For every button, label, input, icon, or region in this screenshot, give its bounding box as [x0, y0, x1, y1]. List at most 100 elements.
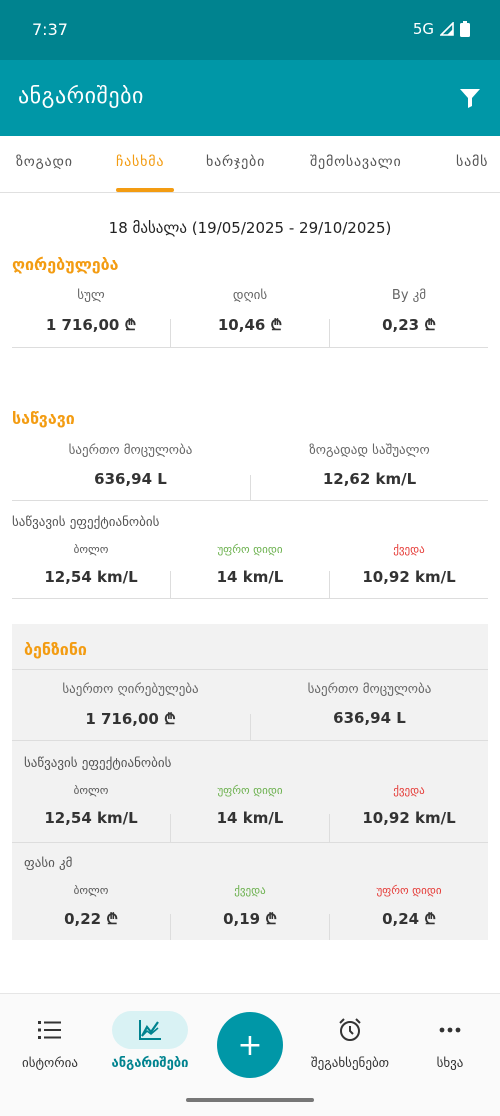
divider [329, 914, 330, 940]
petrol-section-title: ბენზინი [24, 640, 87, 659]
petrol-total-cost-value: 1 716,00 ₾ [85, 710, 176, 728]
cost-total-label: სულ [77, 288, 105, 303]
cost-total: სულ 1 716,00 ₾ [12, 288, 170, 335]
petrol-efficiency-max: უფრო დიდი 14 km/L [171, 784, 329, 827]
petrol-price-min-label: ქვედა [234, 884, 266, 897]
petrol-price-max: უფრო დიდი 0,24 ₾ [330, 884, 488, 929]
cost-per-km: By კმ 0,23 ₾ [330, 288, 488, 335]
petrol-price-min: ქვედა 0,19 ₾ [171, 884, 329, 929]
petrol-efficiency-min-label: ქვედა [393, 784, 425, 797]
nav-reminders[interactable]: შეგახსენებთ [296, 1014, 404, 1071]
tab-refuel[interactable]: ჩასხმა [116, 154, 164, 170]
divider [329, 319, 330, 347]
nav-more[interactable]: სხვა [416, 1014, 484, 1071]
add-button[interactable]: + [217, 1012, 283, 1078]
petrol-efficiency-max-value: 14 km/L [216, 809, 284, 827]
fuel-efficiency-min-value: 10,92 km/L [362, 568, 456, 586]
tab-bar: ზოგადი ჩასხმა ხარჯები შემოსავალი სამს [0, 136, 500, 193]
petrol-total-cost-label: საერთო ღირებულება [62, 682, 199, 697]
signal-icon [440, 22, 454, 36]
fuel-efficiency-last-label: ბოლო [73, 543, 109, 556]
status-icons: 5G [413, 20, 470, 38]
report-content: 18 მასალა (19/05/2025 - 29/10/2025) ღირე… [0, 193, 500, 993]
cost-daily-label: დღის [232, 288, 268, 303]
cost-per-km-label: By კმ [391, 288, 427, 303]
nav-history-label: ისტორია [22, 1056, 78, 1071]
list-icon [38, 1021, 61, 1039]
petrol-total-cost: საერთო ღირებულება 1 716,00 ₾ [12, 682, 249, 729]
tab-general[interactable]: ზოგადი [16, 154, 73, 170]
divider [250, 714, 251, 740]
divider [12, 598, 488, 599]
petrol-total-volume-label: საერთო მოცულობა [307, 682, 432, 697]
divider [250, 475, 251, 501]
divider [12, 669, 488, 670]
petrol-price-last-value: 0,22 ₾ [64, 910, 118, 928]
chart-icon [139, 1020, 161, 1040]
petrol-total-volume: საერთო მოცულობა 636,94 L [251, 682, 488, 727]
divider [12, 347, 488, 348]
cost-daily-value: 10,46 ₾ [217, 316, 283, 334]
app-bar: ანგარიშები [0, 60, 500, 136]
fuel-efficiency-min-label: ქვედა [393, 543, 425, 556]
divider [170, 319, 171, 347]
fuel-efficiency-last: ბოლო 12,54 km/L [12, 543, 170, 586]
divider [170, 914, 171, 940]
fuel-efficiency-max-label: უფრო დიდი [217, 543, 283, 556]
cost-per-km-value: 0,23 ₾ [382, 316, 436, 334]
cost-section-title: ღირებულება [12, 255, 119, 274]
petrol-total-volume-value: 636,94 L [333, 709, 406, 727]
divider [12, 500, 488, 501]
nav-reminders-label: შეგახსენებთ [310, 1056, 390, 1071]
nav-reports-label: ანგარიშები [111, 1056, 189, 1071]
divider [329, 571, 330, 599]
fuel-section-title: საწვავი [12, 409, 75, 428]
nav-more-label: სხვა [436, 1056, 464, 1071]
petrol-efficiency-min: ქვედა 10,92 km/L [330, 784, 488, 827]
divider [329, 814, 330, 842]
petrol-price-last-label: ბოლო [73, 884, 109, 897]
status-bar: 7:37 5G [0, 0, 500, 60]
divider [170, 814, 171, 842]
home-indicator [186, 1098, 314, 1102]
fuel-average: ზოგადად საშუალო 12,62 km/L [251, 443, 488, 488]
petrol-price-min-value: 0,19 ₾ [223, 910, 277, 928]
filter-icon [460, 89, 480, 108]
petrol-card: ბენზინი საერთო ღირებულება 1 716,00 ₾ საე… [12, 624, 488, 940]
status-time: 7:37 [32, 20, 68, 39]
nav-reports[interactable]: ანგარიშები [102, 1011, 198, 1071]
petrol-price-max-value: 0,24 ₾ [382, 910, 436, 928]
nav-history[interactable]: ისტორია [12, 1014, 88, 1071]
tab-income[interactable]: შემოსავალი [310, 154, 402, 170]
bottom-navigation: ისტორია ანგარიშები + შეგახსენებთ სხვა [0, 993, 500, 1116]
divider [12, 740, 488, 741]
fuel-efficiency-max: უფრო დიდი 14 km/L [171, 543, 329, 586]
petrol-price-label: ფასი კმ [24, 856, 73, 871]
petrol-efficiency-last: ბოლო 12,54 km/L [12, 784, 170, 827]
divider [170, 571, 171, 599]
cost-daily: დღის 10,46 ₾ [171, 288, 329, 335]
active-tab-indicator [116, 188, 174, 192]
petrol-efficiency-label: საწვავის ეფექტიანობის [24, 756, 172, 771]
tab-services[interactable]: სამს [456, 154, 488, 170]
fuel-efficiency-last-value: 12,54 km/L [44, 568, 138, 586]
page-title: ანგარიშები [18, 84, 144, 109]
fuel-average-label: ზოგადად საშუალო [309, 443, 430, 458]
fuel-efficiency-max-value: 14 km/L [216, 568, 284, 586]
petrol-price-last: ბოლო 0,22 ₾ [12, 884, 170, 929]
fuel-efficiency-min: ქვედა 10,92 km/L [330, 543, 488, 586]
nav-active-indicator [112, 1011, 188, 1049]
fuel-average-value: 12,62 km/L [322, 470, 417, 488]
fuel-efficiency-label: საწვავის ეფექტიანობის [12, 515, 160, 530]
network-type: 5G [412, 20, 434, 38]
fuel-total-volume: საერთო მოცულობა 636,94 L [12, 443, 249, 488]
petrol-efficiency-last-label: ბოლო [73, 784, 109, 797]
fuel-total-volume-value: 636,94 L [94, 470, 167, 488]
fuel-total-volume-label: საერთო მოცულობა [68, 443, 193, 458]
divider [12, 842, 488, 843]
petrol-efficiency-max-label: უფრო დიდი [217, 784, 283, 797]
filter-button[interactable] [456, 84, 484, 112]
cost-total-value: 1 716,00 ₾ [45, 316, 137, 334]
more-horizontal-icon [439, 1027, 461, 1033]
tab-expenses[interactable]: ხარჯები [206, 154, 265, 170]
